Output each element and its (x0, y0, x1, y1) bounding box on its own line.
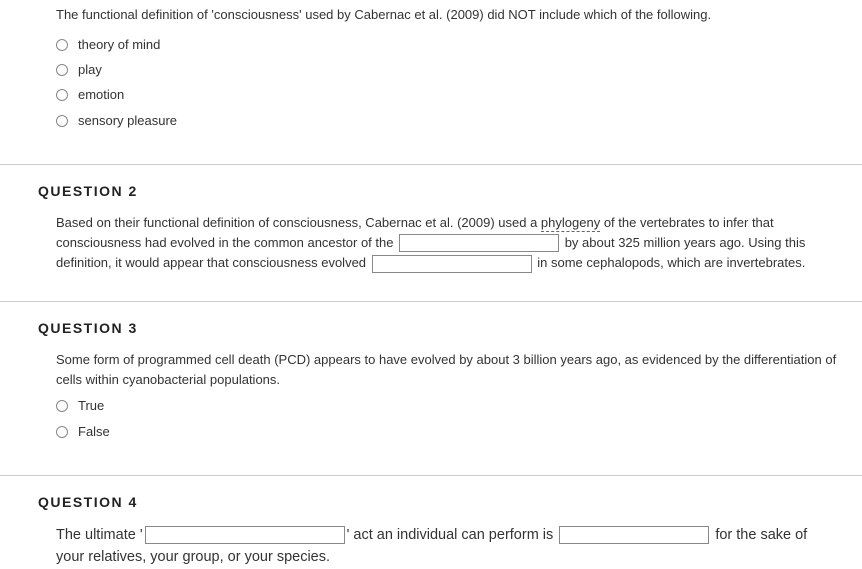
radio-icon[interactable] (56, 426, 68, 438)
q1-option-2[interactable]: play (56, 60, 837, 80)
q1-option-1[interactable]: theory of mind (56, 35, 837, 55)
radio-icon[interactable] (56, 64, 68, 76)
q3-option-false[interactable]: False (56, 422, 837, 442)
radio-icon[interactable] (56, 39, 68, 51)
radio-icon[interactable] (56, 89, 68, 101)
q1-option-4[interactable]: sensory pleasure (56, 111, 837, 131)
question-1: The functional definition of 'consciousn… (0, 0, 862, 165)
q1-option-3[interactable]: emotion (56, 85, 837, 105)
question-1-prompt: The functional definition of 'consciousn… (56, 5, 837, 25)
question-3-heading: QUESTION 3 (0, 302, 862, 350)
question-2-heading: QUESTION 2 (0, 165, 862, 213)
question-3: QUESTION 3 Some form of programmed cell … (0, 302, 862, 476)
question-4-heading: QUESTION 4 (0, 476, 862, 524)
radio-icon[interactable] (56, 400, 68, 412)
q4-blank-1[interactable] (145, 526, 345, 544)
question-3-prompt: Some form of programmed cell death (PCD)… (56, 350, 837, 390)
q2-underlined: phylogeny (541, 215, 600, 232)
q4-text-2: ' act an individual can perform is (347, 527, 558, 543)
q1-option-4-label: sensory pleasure (78, 111, 177, 131)
q1-option-2-label: play (78, 60, 102, 80)
q1-option-1-label: theory of mind (78, 35, 160, 55)
q4-text-1: The ultimate ' (56, 527, 143, 543)
question-4-body: The ultimate ' ' act an individual can pe… (0, 524, 862, 569)
radio-icon[interactable] (56, 115, 68, 127)
question-4: QUESTION 4 The ultimate ' ' act an indivi… (0, 476, 862, 569)
question-2-body: Based on their functional definition of … (0, 213, 862, 273)
q1-option-3-label: emotion (78, 85, 124, 105)
question-3-body: Some form of programmed cell death (PCD)… (0, 350, 862, 442)
q2-text-1: Based on their functional definition of … (56, 215, 541, 230)
q3-option-true-label: True (78, 396, 104, 416)
q2-text-4: in some cephalopods, which are invertebr… (534, 255, 806, 270)
q3-option-false-label: False (78, 422, 110, 442)
q2-blank-1[interactable] (399, 234, 559, 252)
question-1-body: The functional definition of 'consciousn… (0, 5, 862, 131)
q4-blank-2[interactable] (559, 526, 709, 544)
question-2: QUESTION 2 Based on their functional def… (0, 165, 862, 302)
q3-option-true[interactable]: True (56, 396, 837, 416)
q2-blank-2[interactable] (372, 255, 532, 273)
